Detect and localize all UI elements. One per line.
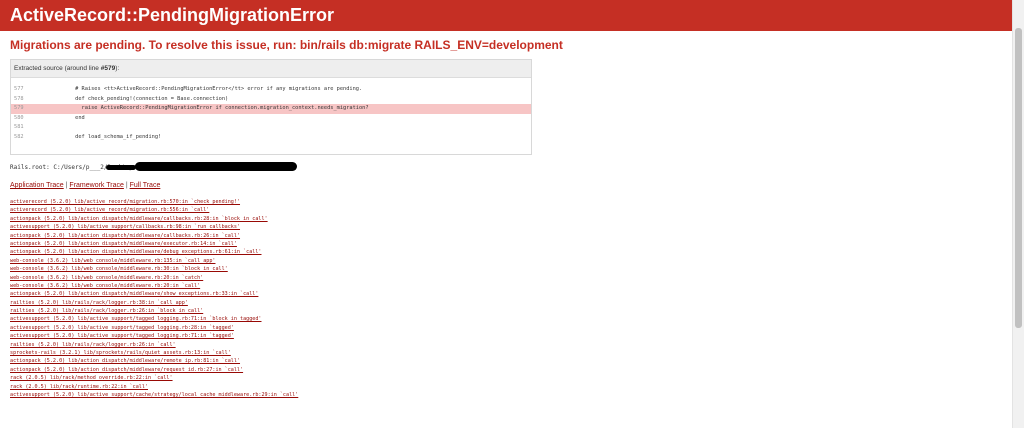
source-line-ref: #579 — [100, 65, 116, 72]
trace-links: Application Trace | Framework Trace | Fu… — [10, 182, 160, 189]
vertical-scrollbar[interactable] — [1012, 0, 1024, 428]
trace-item[interactable]: web-console (3.6.2) lib/web_console/midd… — [10, 265, 610, 273]
source-line: 581 — [11, 123, 531, 133]
line-code: # Raises <tt>ActiveRecord::PendingMigrat… — [56, 86, 363, 92]
trace-item[interactable]: sprockets-rails (3.2.1) lib/sprockets/ra… — [10, 349, 610, 357]
trace-item[interactable]: activesupport (5.2.0) lib/active_support… — [10, 324, 610, 332]
line-number: 577 — [14, 86, 24, 92]
extracted-source-box: Extracted source (around line #579): 577… — [10, 59, 532, 155]
extracted-source-header: Extracted source (around line #579): — [11, 60, 531, 78]
trace-item[interactable]: actionpack (5.2.0) lib/action_dispatch/m… — [10, 232, 610, 240]
trace-item[interactable]: activesupport (5.2.0) lib/active_support… — [10, 223, 610, 231]
trace-item[interactable]: activerecord (5.2.0) lib/active_record/m… — [10, 198, 610, 206]
line-number: 581 — [14, 124, 24, 131]
line-number: 579 — [14, 105, 24, 112]
source-lines: 577 # Raises <tt>ActiveRecord::PendingMi… — [11, 85, 531, 143]
trace-item[interactable]: actionpack (5.2.0) lib/action_dispatch/m… — [10, 240, 610, 248]
source-line-highlighted: 579 raise ActiveRecord::PendingMigration… — [11, 104, 531, 114]
application-trace-link[interactable]: Application Trace — [10, 182, 64, 189]
trace-item[interactable]: activesupport (5.2.0) lib/active_support… — [10, 332, 610, 340]
trace-item[interactable]: web-console (3.6.2) lib/web_console/midd… — [10, 257, 610, 265]
trace-item[interactable]: web-console (3.6.2) lib/web_console/midd… — [10, 282, 610, 290]
trace-list: activerecord (5.2.0) lib/active_record/m… — [10, 198, 610, 399]
error-header: ActiveRecord::PendingMigrationError — [0, 0, 1012, 31]
trace-item[interactable]: activerecord (5.2.0) lib/active_record/m… — [10, 206, 610, 214]
trace-item[interactable]: rack (2.0.5) lib/rack/method_override.rb… — [10, 374, 610, 382]
redaction-mark — [106, 165, 136, 170]
scrollbar-thumb[interactable] — [1015, 28, 1022, 328]
framework-trace-link[interactable]: Framework Trace — [69, 182, 123, 189]
line-code: def load_schema_if_pending! — [56, 133, 162, 140]
line-code: def check_pending!(connection = Base.con… — [56, 95, 229, 102]
trace-item[interactable]: activesupport (5.2.0) lib/active_support… — [10, 391, 610, 399]
trace-item[interactable]: railties (5.2.0) lib/rails/rack/logger.r… — [10, 299, 610, 307]
trace-item[interactable]: activesupport (5.2.0) lib/active_support… — [10, 315, 610, 323]
trace-item[interactable]: web-console (3.6.2) lib/web_console/midd… — [10, 274, 610, 282]
source-line: 578 def check_pending!(connection = Base… — [11, 95, 531, 105]
line-number: 582 — [14, 133, 24, 140]
trace-item[interactable]: rack (2.0.5) lib/rack/runtime.rb:22:in `… — [10, 383, 610, 391]
source-line: 580 end — [11, 114, 531, 124]
trace-item[interactable]: railties (5.2.0) lib/rails/rack/logger.r… — [10, 307, 610, 315]
source-line: 577 # Raises <tt>ActiveRecord::PendingMi… — [11, 85, 531, 95]
line-number: 578 — [14, 95, 24, 102]
main-content: Migrations are pending. To resolve this … — [10, 31, 1010, 398]
trace-item[interactable]: actionpack (5.2.0) lib/action_dispatch/m… — [10, 215, 610, 223]
source-line: 582 def load_schema_if_pending! — [11, 133, 531, 143]
source-title-suffix: ): — [115, 65, 120, 72]
line-number: 580 — [14, 114, 24, 121]
source-title-prefix: Extracted source (around line — [14, 65, 101, 72]
error-title: ActiveRecord::PendingMigrationError — [10, 5, 335, 25]
trace-item[interactable]: actionpack (5.2.0) lib/action_dispatch/m… — [10, 357, 610, 365]
trace-item[interactable]: actionpack (5.2.0) lib/action_dispatch/m… — [10, 366, 610, 374]
line-code: raise ActiveRecord::PendingMigrationErro… — [56, 105, 369, 112]
redaction-mark — [135, 162, 297, 171]
trace-item[interactable]: actionpack (5.2.0) lib/action_dispatch/m… — [10, 248, 610, 256]
trace-item[interactable]: actionpack (5.2.0) lib/action_dispatch/m… — [10, 290, 610, 298]
line-code: end — [56, 114, 85, 121]
trace-item[interactable]: railties (5.2.0) lib/rails/rack/logger.r… — [10, 341, 610, 349]
error-message: Migrations are pending. To resolve this … — [10, 38, 563, 52]
full-trace-link[interactable]: Full Trace — [130, 182, 161, 189]
